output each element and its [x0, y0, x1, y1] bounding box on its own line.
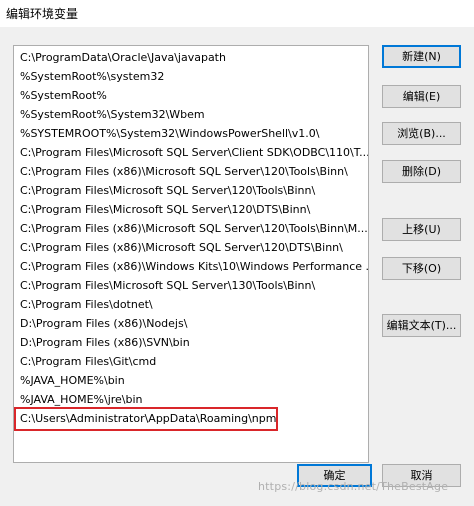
list-item[interactable]: %JAVA_HOME%\bin	[14, 371, 368, 390]
title-bar: 编辑环境变量	[0, 0, 474, 27]
list-item[interactable]: C:\Program Files\Git\cmd	[14, 352, 368, 371]
list-item[interactable]: C:\Program Files\dotnet\	[14, 295, 368, 314]
list-item[interactable]: C:\Program Files\Microsoft SQL Server\12…	[14, 181, 368, 200]
move-down-button[interactable]: 下移(O)	[382, 257, 461, 280]
list-item[interactable]: C:\Program Files (x86)\Microsoft SQL Ser…	[14, 219, 368, 238]
edit-text-button[interactable]: 编辑文本(T)...	[382, 314, 461, 337]
new-button[interactable]: 新建(N)	[382, 45, 461, 68]
delete-button[interactable]: 删除(D)	[382, 160, 461, 183]
window-title: 编辑环境变量	[6, 7, 79, 21]
list-item[interactable]: %SystemRoot%\system32	[14, 67, 368, 86]
move-up-button[interactable]: 上移(U)	[382, 218, 461, 241]
list-item[interactable]: C:\Program Files (x86)\Windows Kits\10\W…	[14, 257, 368, 276]
browse-button[interactable]: 浏览(B)...	[382, 122, 461, 145]
watermark: https://blog.csdn.net/TheBestAge	[258, 480, 449, 493]
list-item[interactable]: %SystemRoot%\System32\Wbem	[14, 105, 368, 124]
edit-button[interactable]: 编辑(E)	[382, 85, 461, 108]
list-item[interactable]: C:\Program Files\Microsoft SQL Server\Cl…	[14, 143, 368, 162]
path-list[interactable]: C:\ProgramData\Oracle\Java\javapath %Sys…	[13, 45, 369, 463]
list-item[interactable]: %SystemRoot%	[14, 86, 368, 105]
list-item[interactable]: C:\ProgramData\Oracle\Java\javapath	[14, 48, 368, 67]
list-item[interactable]: C:\Program Files\Microsoft SQL Server\12…	[14, 200, 368, 219]
list-item[interactable]: C:\Program Files\Microsoft SQL Server\13…	[14, 276, 368, 295]
list-item[interactable]: C:\Program Files (x86)\Microsoft SQL Ser…	[14, 238, 368, 257]
list-item[interactable]: C:\Program Files (x86)\Microsoft SQL Ser…	[14, 162, 368, 181]
list-item[interactable]: D:\Program Files (x86)\Nodejs\	[14, 314, 368, 333]
list-item[interactable]: %SYSTEMROOT%\System32\WindowsPowerShell\…	[14, 124, 368, 143]
list-item[interactable]: D:\Program Files (x86)\SVN\bin	[14, 333, 368, 352]
list-item-selected[interactable]: C:\Users\Administrator\AppData\Roaming\n…	[14, 407, 278, 431]
